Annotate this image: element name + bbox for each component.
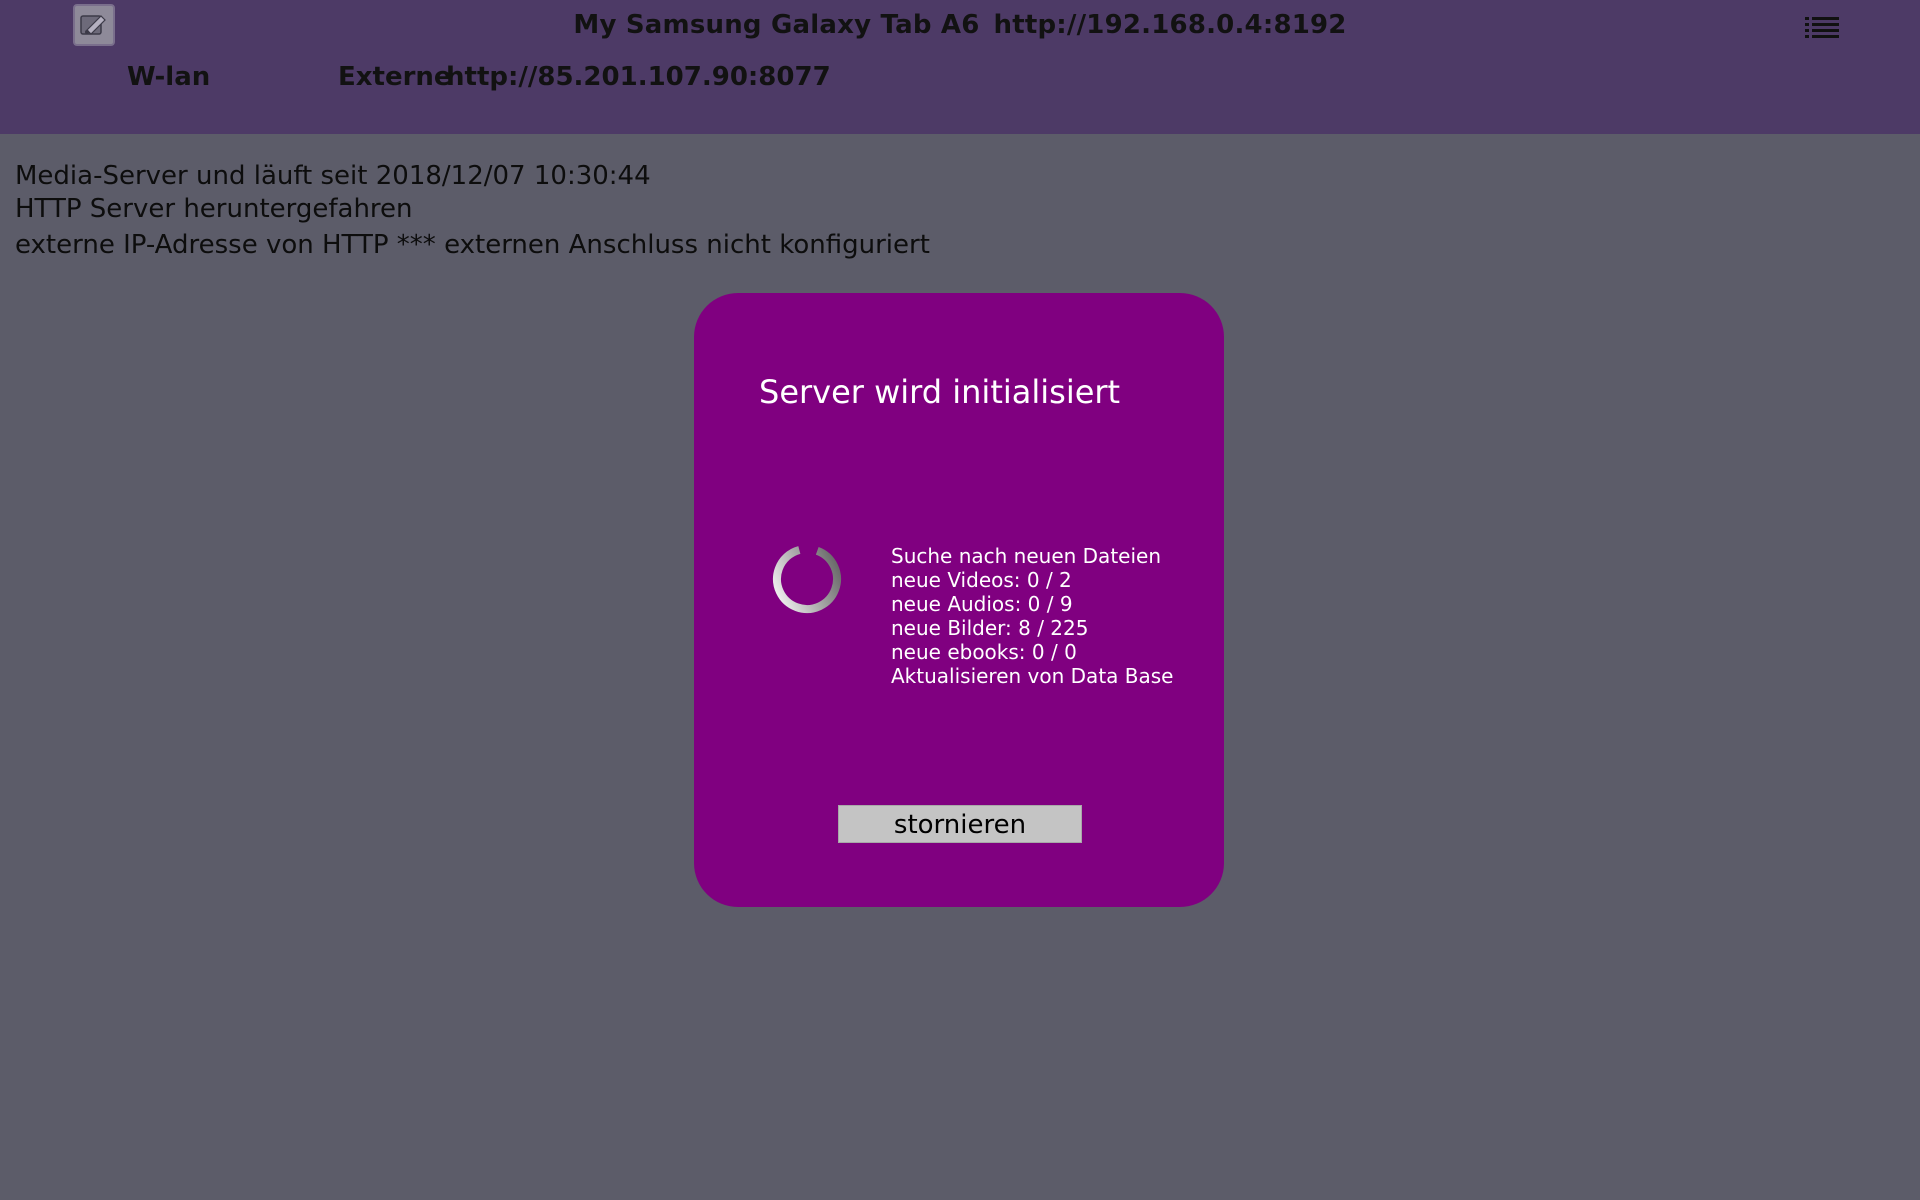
- device-title: My Samsung Galaxy Tab A6 http://192.168.0…: [0, 10, 1920, 40]
- externe-url[interactable]: http://85.201.107.90:8077: [446, 62, 831, 92]
- status-line-http: HTTP Server heruntergefahren: [15, 194, 413, 224]
- externe-label: Externe: [338, 62, 452, 92]
- progress-line: neue Videos: 0 / 2: [891, 568, 1072, 592]
- device-name: My Samsung Galaxy Tab A6: [573, 10, 980, 40]
- cancel-button[interactable]: stornieren: [838, 805, 1082, 843]
- dialog-title: Server wird initialisiert: [759, 373, 1121, 411]
- loading-spinner-icon: [771, 543, 843, 615]
- top-header: My Samsung Galaxy Tab A6 http://192.168.0…: [0, 0, 1920, 134]
- progress-line: neue Audios: 0 / 9: [891, 592, 1073, 616]
- wlan-label[interactable]: W-lan: [127, 62, 210, 92]
- progress-line: Aktualisieren von Data Base: [891, 664, 1174, 688]
- progress-line: neue ebooks: 0 / 0: [891, 640, 1077, 664]
- progress-line: neue Bilder: 8 / 225: [891, 616, 1089, 640]
- progress-text: Suche nach neuen Dateien neue Videos: 0 …: [891, 544, 1173, 688]
- progress-line: Suche nach neuen Dateien: [891, 544, 1161, 568]
- status-line-running: Media-Server und läuft seit 2018/12/07 1…: [15, 161, 651, 191]
- status-line-external: externe IP-Adresse von HTTP *** externen…: [15, 230, 930, 260]
- local-url[interactable]: http://192.168.0.4:8192: [994, 10, 1347, 40]
- init-dialog: Server wird initialisiert Suche nach neu…: [694, 293, 1224, 907]
- list-menu-icon[interactable]: [1805, 14, 1841, 40]
